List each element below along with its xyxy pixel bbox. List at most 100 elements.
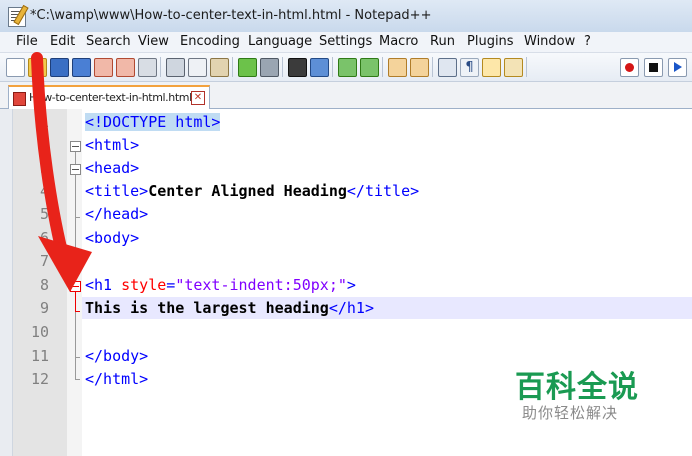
window-title: *C:\wamp\www\How-to-center-text-in-html.…	[30, 8, 432, 23]
fold-end-h1	[75, 311, 80, 312]
fold-end	[75, 357, 80, 358]
code-token: </h1>	[328, 299, 374, 317]
menu-settings[interactable]: Settings	[319, 34, 372, 49]
watermark-brand: 百科全说	[515, 370, 639, 405]
code-token: </body>	[85, 347, 149, 365]
word-wrap-icon[interactable]	[438, 58, 457, 77]
tab-how-to-center-text[interactable]: How-to-center-text-in-html.html ✕	[8, 85, 210, 109]
show-all-characters-icon[interactable]: ¶	[460, 58, 479, 77]
line-number: 10	[30, 323, 49, 341]
find-icon[interactable]	[288, 58, 307, 77]
copy-icon[interactable]	[188, 58, 207, 77]
code-line[interactable]: </body>	[85, 347, 148, 365]
fold-toggle-h1[interactable]	[70, 281, 81, 292]
code-line[interactable]: <title>Center Aligned Heading</title>	[85, 182, 419, 200]
play-macro-icon[interactable]	[668, 58, 687, 77]
toolbar-separator	[432, 57, 433, 77]
save-all-icon[interactable]	[72, 58, 91, 77]
code-token: </title>	[346, 182, 420, 200]
line-number: 6	[39, 229, 49, 247]
close-icon[interactable]	[94, 58, 113, 77]
sync-vertical-icon[interactable]	[388, 58, 407, 77]
line-number: 1	[39, 113, 49, 131]
cut-icon[interactable]	[166, 58, 185, 77]
stop-record-icon[interactable]	[644, 58, 663, 77]
code-line[interactable]: <h1 style="text-indent:50px;">	[85, 276, 356, 294]
fold-toggle-head[interactable]	[70, 164, 81, 175]
menu-encoding[interactable]: Encoding	[180, 34, 240, 49]
code-line[interactable]: </head>	[85, 205, 148, 223]
fold-toggle-html[interactable]	[70, 141, 81, 152]
toolbar-separator	[526, 57, 527, 77]
toolbar-separator	[160, 57, 161, 77]
toolbar-separator	[282, 57, 283, 77]
watermark-tagline: 助你轻松解决	[522, 404, 619, 422]
code-line[interactable]: <head>	[85, 159, 139, 177]
zoom-out-icon[interactable]	[360, 58, 379, 77]
save-icon[interactable]	[50, 58, 69, 77]
tab-bar: How-to-center-text-in-html.html ✕	[0, 82, 692, 109]
menu-macro[interactable]: Macro	[379, 34, 418, 49]
menu-file[interactable]: File	[16, 34, 38, 49]
code-token: Center Aligned Heading	[148, 182, 347, 200]
editor-left-border	[0, 109, 13, 456]
fold-end	[75, 217, 80, 218]
fold-line-h1	[75, 292, 76, 311]
open-file-icon[interactable]	[28, 58, 47, 77]
line-number: 3	[39, 159, 49, 177]
code-token: This is the largest heading	[85, 299, 329, 317]
line-number: 4	[39, 182, 49, 200]
record-macro-icon[interactable]	[620, 58, 639, 77]
print-icon[interactable]	[138, 58, 157, 77]
menu-search[interactable]: Search	[86, 34, 131, 49]
zoom-in-icon[interactable]	[338, 58, 357, 77]
replace-icon[interactable]	[310, 58, 329, 77]
code-line[interactable]: <!DOCTYPE html>	[85, 113, 221, 131]
doc-map-icon[interactable]	[504, 58, 523, 77]
line-number: 7	[39, 252, 49, 270]
title-bar: *C:\wamp\www\How-to-center-text-in-html.…	[0, 0, 692, 33]
unsaved-file-icon	[13, 92, 26, 106]
menu-language[interactable]: Language	[248, 34, 312, 49]
code-token: =	[166, 276, 176, 294]
new-file-icon[interactable]	[6, 58, 25, 77]
toolbar-separator	[232, 57, 233, 77]
menu-edit[interactable]: Edit	[50, 34, 75, 49]
close-all-icon[interactable]	[116, 58, 135, 77]
menu-window[interactable]: Window	[524, 34, 575, 49]
line-number: 8	[39, 276, 49, 294]
menu-help[interactable]: ?	[584, 34, 591, 49]
code-line[interactable]: This is the largest heading</h1>	[85, 299, 374, 317]
paste-icon[interactable]	[210, 58, 229, 77]
line-number: 5	[39, 205, 49, 223]
code-token: <h1	[85, 276, 122, 294]
close-tab-icon[interactable]: ✕	[191, 91, 205, 105]
line-number: 9	[39, 299, 49, 317]
sync-horizontal-icon[interactable]	[410, 58, 429, 77]
toolbar: ¶	[0, 53, 692, 82]
code-token: <body>	[85, 229, 140, 247]
code-token: style	[121, 276, 167, 294]
fold-end	[75, 379, 80, 380]
menu-run[interactable]: Run	[430, 34, 455, 49]
menu-plugins[interactable]: Plugins	[467, 34, 514, 49]
indent-guide-icon[interactable]	[482, 58, 501, 77]
code-token: <head>	[85, 159, 140, 177]
code-token: >	[346, 276, 356, 294]
menu-bar: File Edit Search View Encoding Language …	[0, 32, 692, 53]
redo-icon[interactable]	[260, 58, 279, 77]
code-line[interactable]: <body>	[85, 229, 139, 247]
notepad-app-icon	[8, 7, 26, 27]
code-token: </html>	[85, 370, 149, 388]
menu-view[interactable]: View	[138, 34, 169, 49]
code-token: <!DOCTYPE html>	[85, 113, 221, 131]
undo-icon[interactable]	[238, 58, 257, 77]
tab-label: How-to-center-text-in-html.html	[29, 91, 192, 104]
code-line[interactable]: <html>	[85, 136, 139, 154]
line-number: 11	[30, 347, 49, 365]
toolbar-separator	[382, 57, 383, 77]
code-line[interactable]: </html>	[85, 370, 148, 388]
line-number: 2	[39, 136, 49, 154]
code-token: </head>	[85, 205, 149, 223]
toolbar-separator	[332, 57, 333, 77]
